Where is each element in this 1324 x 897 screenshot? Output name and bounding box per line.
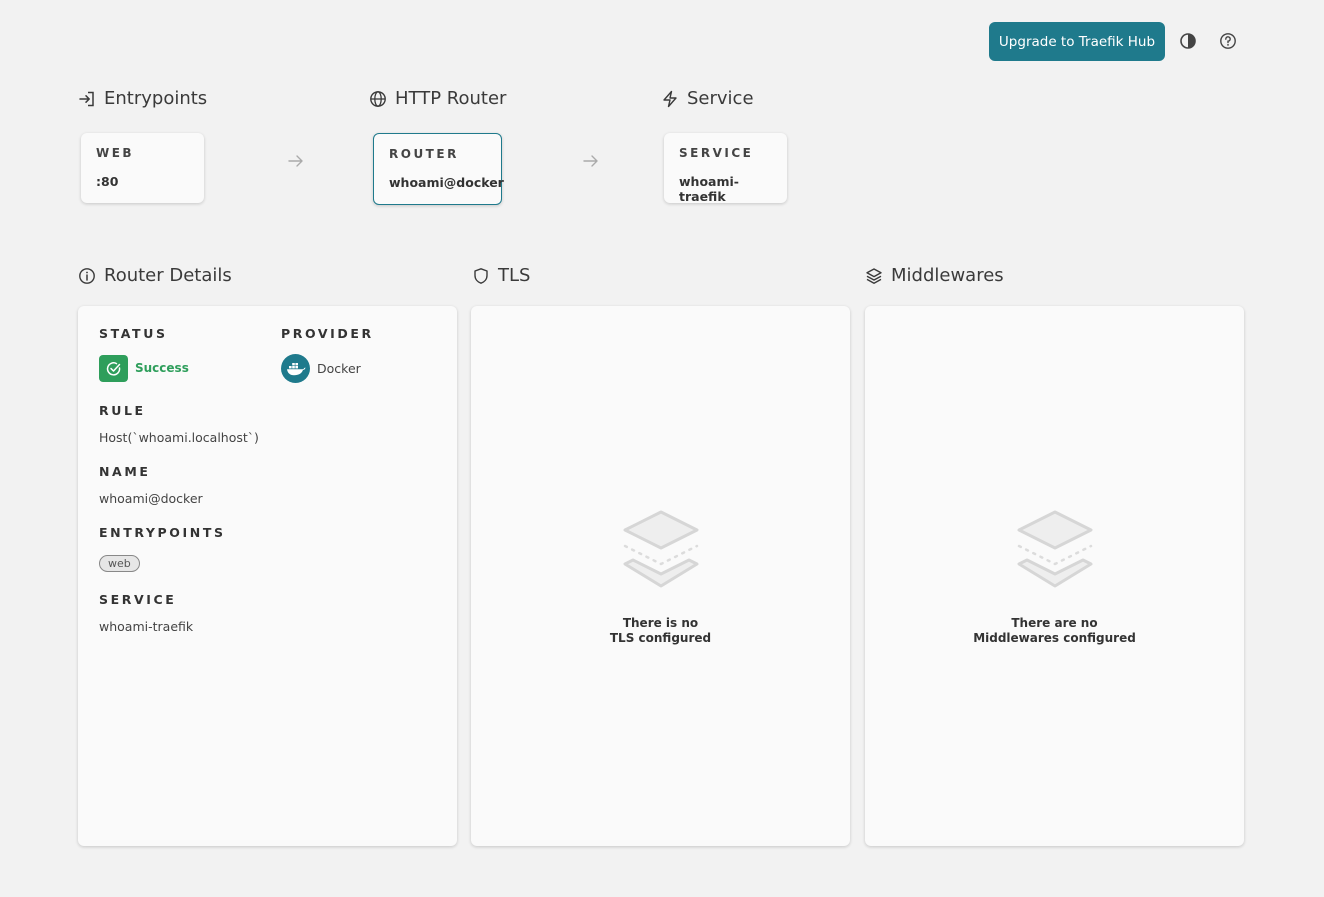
entrypoint-card[interactable]: WEB :80 — [81, 133, 204, 203]
middlewares-empty-line2: Middlewares configured — [973, 631, 1136, 645]
rule-label: RULE — [99, 403, 146, 418]
login-icon — [79, 91, 94, 106]
lightning-icon — [663, 90, 677, 107]
status-label: STATUS — [99, 326, 168, 341]
name-label: NAME — [99, 464, 151, 479]
tls-empty-line1: There is no — [622, 616, 699, 630]
arrow-right-icon — [287, 153, 305, 173]
success-check-icon — [99, 355, 128, 382]
entrypoints-title: Entrypoints — [104, 88, 208, 109]
router-card-caption: ROUTER — [389, 147, 459, 161]
service-card-value: whoami-traefik — [679, 174, 739, 204]
globe-icon — [370, 90, 386, 107]
info-icon — [79, 267, 95, 284]
tls-title: TLS — [498, 265, 531, 286]
entrypoints-heading: Entrypoints — [78, 88, 207, 109]
service-label: SERVICE — [99, 592, 177, 607]
entrypoint-card-value: :80 — [96, 174, 119, 189]
arrow-right-icon — [582, 153, 600, 173]
service-value: whoami-traefik — [99, 619, 194, 634]
tls-empty-state: There is no TLS configured — [471, 506, 850, 646]
middlewares-heading: Middlewares — [865, 265, 1004, 286]
router-title: HTTP Router — [395, 88, 507, 109]
provider-value: Docker — [317, 361, 361, 376]
service-heading: Service — [661, 88, 754, 109]
layers-icon — [866, 267, 882, 284]
entrypoint-card-caption: WEB — [96, 146, 135, 160]
tls-heading: TLS — [472, 265, 530, 286]
service-card-caption: SERVICE — [679, 146, 754, 160]
help-icon[interactable] — [1217, 30, 1239, 52]
tls-panel: There is no TLS configured — [471, 306, 850, 846]
empty-layers-icon — [623, 510, 698, 588]
entrypoints-label: ENTRYPOINTS — [99, 525, 226, 540]
middlewares-panel: There are no Middlewares configured — [865, 306, 1244, 846]
tls-empty-line2: TLS configured — [609, 631, 712, 645]
router-details-panel: STATUS Success PROVIDER Docker RULE Host… — [78, 306, 457, 846]
router-details-title: Router Details — [104, 265, 232, 286]
docker-icon — [281, 354, 310, 383]
entrypoint-chip: web — [99, 555, 140, 572]
service-card[interactable]: SERVICE whoami-traefik — [664, 133, 787, 204]
router-card[interactable]: ROUTER whoami@docker — [373, 133, 504, 205]
middlewares-empty-state: There are no Middlewares configured — [865, 506, 1244, 646]
middlewares-empty-line1: There are no — [1011, 616, 1098, 630]
contrast-icon[interactable] — [1177, 30, 1199, 52]
name-value: whoami@docker — [99, 491, 203, 506]
empty-layers-icon — [1017, 510, 1092, 588]
router-details-heading: Router Details — [78, 265, 232, 286]
router-card-value: whoami@docker — [389, 175, 504, 190]
middlewares-title: Middlewares — [891, 265, 1004, 286]
status-value: Success — [135, 361, 189, 375]
rule-value: Host(`whoami.localhost`) — [99, 430, 259, 445]
provider-label: PROVIDER — [281, 326, 374, 341]
upgrade-button[interactable]: Upgrade to Traefik Hub — [989, 22, 1165, 61]
router-heading: HTTP Router — [369, 88, 506, 109]
service-title: Service — [687, 88, 754, 109]
shield-icon — [474, 267, 488, 284]
